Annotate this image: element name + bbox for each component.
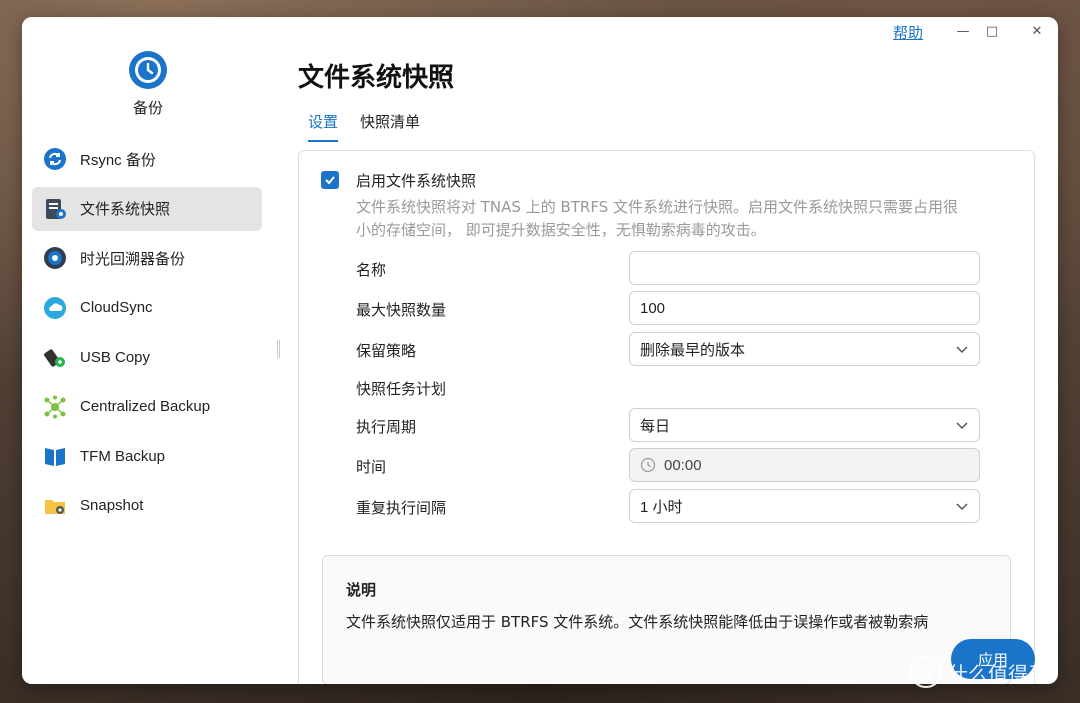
period-select[interactable]: 每日 bbox=[629, 408, 980, 442]
note-box: 说明 文件系统快照仅适用于 BTRFS 文件系统。文件系统快照能降低由于误操作或… bbox=[322, 555, 1011, 684]
page-title: 文件系统快照 bbox=[298, 63, 455, 93]
chevron-down-icon bbox=[956, 346, 968, 354]
close-button[interactable]: ✕ bbox=[1025, 21, 1049, 43]
time-machine-icon bbox=[42, 245, 68, 271]
snapshot-description: 文件系统快照将对 TNAS 上的 BTRFS 文件系统进行快照。启用文件系统快照… bbox=[356, 196, 1016, 242]
maximize-button[interactable]: □ bbox=[980, 21, 1004, 43]
interval-select[interactable]: 1 小时 bbox=[629, 489, 980, 523]
snapshot-folder-icon bbox=[42, 493, 68, 519]
sidebar-item-tfm-backup[interactable]: TFM Backup bbox=[32, 434, 262, 478]
sidebar-item-label: Rsync 备份 bbox=[80, 151, 156, 169]
sidebar-item-centralized-backup[interactable]: Centralized Backup bbox=[32, 385, 262, 429]
retention-policy-value: 删除最早的版本 bbox=[640, 341, 746, 359]
retention-policy-select[interactable]: 删除最早的版本 bbox=[629, 332, 980, 366]
tab-settings[interactable]: 设置 bbox=[308, 111, 339, 142]
interval-value: 1 小时 bbox=[640, 498, 683, 516]
description-line: 文件系统快照将对 TNAS 上的 BTRFS 文件系统进行快照。启用文件系统快照… bbox=[356, 198, 959, 216]
period-value: 每日 bbox=[640, 417, 671, 435]
minimize-button[interactable]: — bbox=[951, 21, 975, 43]
note-title: 说明 bbox=[346, 581, 377, 599]
watermark-text: 什么值得买 bbox=[948, 661, 1048, 686]
max-snapshots-label: 最大快照数量 bbox=[356, 301, 447, 319]
usb-icon bbox=[42, 344, 68, 370]
sidebar-item-label: CloudSync bbox=[80, 299, 153, 316]
time-value: 00:00 bbox=[664, 456, 702, 474]
retention-policy-label: 保留策略 bbox=[356, 342, 417, 360]
sidebar-item-cloudsync[interactable]: CloudSync bbox=[32, 286, 262, 330]
tfm-backup-icon bbox=[42, 443, 68, 469]
check-icon bbox=[325, 176, 335, 185]
enable-snapshot-checkbox[interactable] bbox=[321, 171, 339, 189]
period-label: 执行周期 bbox=[356, 418, 417, 436]
backup-clock-icon bbox=[129, 51, 167, 89]
sidebar-item-snapshot[interactable]: Snapshot bbox=[32, 484, 262, 528]
sidebar-item-usb-copy[interactable]: USB Copy bbox=[32, 335, 262, 379]
note-text: 文件系统快照仅适用于 BTRFS 文件系统。文件系统快照能降低由于误操作或者被勒… bbox=[346, 613, 929, 631]
time-label: 时间 bbox=[356, 458, 387, 476]
name-label: 名称 bbox=[356, 261, 387, 279]
schedule-section-label: 快照任务计划 bbox=[356, 380, 447, 398]
sidebar-item-label: Snapshot bbox=[80, 497, 144, 514]
app-window: 备份 Rsync 备份 文件系统快照 时光回溯器备份 CloudSync USB… bbox=[22, 17, 1058, 684]
sidebar-resize-handle[interactable] bbox=[277, 340, 280, 358]
max-snapshots-input[interactable]: 100 bbox=[629, 291, 980, 325]
clock-icon bbox=[640, 457, 656, 473]
filesystem-snapshot-icon bbox=[42, 196, 68, 222]
tab-bar: 设置 快照清单 bbox=[308, 111, 420, 142]
sidebar-item-filesystem-snapshot[interactable]: 文件系统快照 bbox=[32, 186, 262, 231]
name-input[interactable] bbox=[629, 251, 980, 285]
sidebar-item-label: USB Copy bbox=[80, 348, 151, 366]
settings-panel: 启用文件系统快照 文件系统快照将对 TNAS 上的 BTRFS 文件系统进行快照… bbox=[298, 150, 1035, 684]
app-name: 备份 bbox=[132, 99, 163, 117]
sidebar-item-label: 时光回溯器备份 bbox=[80, 250, 186, 268]
chevron-down-icon bbox=[956, 503, 968, 511]
sidebar: 备份 Rsync 备份 文件系统快照 时光回溯器备份 CloudSync USB… bbox=[22, 17, 284, 684]
description-line: 小的存储空间， 即可提升数据安全性，无惧勒索病毒的攻击。 bbox=[356, 221, 766, 239]
watermark-logo: 值 bbox=[910, 656, 942, 688]
sidebar-nav: Rsync 备份 文件系统快照 时光回溯器备份 CloudSync USB Co… bbox=[32, 137, 262, 533]
sidebar-item-label: 文件系统快照 bbox=[80, 201, 171, 218]
interval-label: 重复执行间隔 bbox=[356, 499, 447, 517]
sidebar-item-time-machine[interactable]: 时光回溯器备份 bbox=[32, 236, 262, 280]
enable-snapshot-label[interactable]: 启用文件系统快照 bbox=[356, 170, 476, 191]
watermark: 值 什么值得买 bbox=[910, 656, 1048, 688]
tab-snapshot-list[interactable]: 快照清单 bbox=[360, 111, 420, 142]
sidebar-item-label: Centralized Backup bbox=[80, 398, 211, 415]
centralized-backup-icon bbox=[42, 394, 68, 420]
help-link[interactable]: 帮助 bbox=[893, 22, 923, 43]
time-input[interactable]: 00:00 bbox=[629, 448, 980, 482]
rsync-icon bbox=[42, 146, 68, 172]
chevron-down-icon bbox=[956, 422, 968, 430]
cloudsync-icon bbox=[42, 295, 68, 321]
sidebar-item-label: TFM Backup bbox=[80, 447, 166, 465]
sidebar-item-rsync[interactable]: Rsync 备份 bbox=[32, 137, 262, 181]
